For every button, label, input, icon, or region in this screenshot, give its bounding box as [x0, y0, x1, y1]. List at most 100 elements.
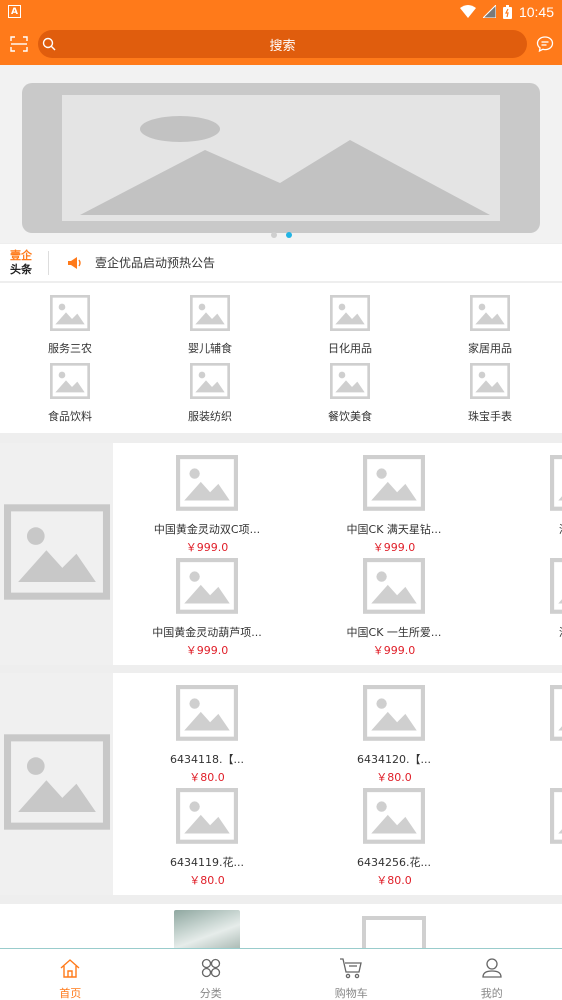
product-card[interactable]: 深爱牧羊	[496, 558, 562, 661]
news-brand-line1: 壹企	[10, 248, 32, 262]
news-headline[interactable]: 壹企优品启动预热公告	[95, 254, 215, 271]
megaphone-icon	[68, 256, 81, 269]
product-price: ￥80.0	[376, 770, 412, 784]
category-label: 服务三农	[48, 342, 92, 355]
product-placeholder-image[interactable]	[362, 916, 426, 950]
category-label: 珠宝手表	[468, 410, 512, 423]
category-image[interactable]	[330, 363, 370, 403]
category-item[interactable]: 珠宝手表	[420, 363, 560, 429]
product-image[interactable]	[363, 558, 425, 618]
product-name: 中国黄金灵动双C项...	[153, 522, 261, 536]
product-card[interactable]: 6434119.花... ￥80.0	[122, 788, 292, 891]
battery-icon	[502, 4, 512, 19]
category-item[interactable]: 餐饮美食	[280, 363, 420, 429]
wifi-icon	[459, 5, 476, 18]
category-image[interactable]	[190, 295, 230, 335]
category-item[interactable]: 食品饮料	[0, 363, 140, 429]
product-image[interactable]	[363, 685, 425, 745]
category-image[interactable]	[190, 363, 230, 403]
category-label: 餐饮美食	[328, 410, 372, 423]
product-image[interactable]	[176, 788, 238, 848]
product-name: 6434119.花...	[170, 855, 244, 869]
carousel-dot[interactable]	[270, 232, 277, 238]
product-image[interactable]	[550, 455, 562, 515]
category-image[interactable]	[470, 363, 510, 403]
product-image[interactable]	[363, 455, 425, 515]
category-item[interactable]: 日化用品	[280, 295, 420, 361]
product-card[interactable]: 643	[496, 685, 562, 788]
news-brand-line2: 头条	[10, 262, 32, 276]
tab-user[interactable]: 我的	[422, 949, 562, 1000]
divider	[48, 250, 49, 275]
product-image[interactable]	[550, 788, 562, 848]
tab-category[interactable]: 分类	[141, 949, 282, 1000]
category-label: 家居用品	[468, 342, 512, 355]
bottom-tab-bar: 首页 分类 购物车 我的	[0, 948, 562, 1000]
tab-cart[interactable]: 购物车	[281, 949, 422, 1000]
category-label: 婴儿辅食	[188, 342, 232, 355]
product-name: 6434118.【...	[170, 752, 244, 766]
product-image[interactable]	[550, 685, 562, 745]
product-section-3	[0, 904, 562, 950]
category-image[interactable]	[50, 295, 90, 335]
status-bar: A 10:45	[0, 0, 562, 23]
tab-home[interactable]: 首页	[0, 949, 141, 1000]
category-item[interactable]: 服装纺织	[140, 363, 280, 429]
product-image[interactable]	[176, 455, 238, 515]
search-label: 搜索	[269, 38, 296, 54]
category-label: 食品饮料	[48, 410, 92, 423]
product-price: ￥999.0	[372, 643, 416, 657]
product-image[interactable]	[363, 788, 425, 848]
news-brand: 壹企 头条	[0, 249, 44, 277]
product-name: 6434120.【...	[357, 752, 431, 766]
clock: 10:45	[518, 3, 554, 20]
product-card[interactable]: 6434120.【... ￥80.0	[309, 685, 479, 788]
product-price: ￥999.0	[185, 540, 229, 554]
product-card[interactable]: 6434256.花... ￥80.0	[309, 788, 479, 891]
category-image[interactable]	[330, 295, 370, 335]
product-card[interactable]: 中国CK 满天星钻... ￥999.0	[309, 455, 479, 558]
banner-placeholder-image	[22, 83, 540, 233]
category-item[interactable]: 婴儿辅食	[140, 295, 280, 361]
product-image[interactable]	[176, 685, 238, 745]
feature-placeholder-icon	[3, 734, 110, 834]
product-price: ￥999.0	[185, 643, 229, 657]
search-icon	[42, 37, 56, 51]
scan-icon	[10, 36, 28, 52]
category-image[interactable]	[50, 363, 90, 403]
product-price: ￥999.0	[372, 540, 416, 554]
news-ticker[interactable]: 壹企 头条 壹企优品启动预热公告	[0, 244, 562, 282]
category-label: 日化用品	[328, 342, 372, 355]
product-thumbnail-photo[interactable]	[174, 910, 240, 950]
product-card[interactable]: 中国CK 一生所爱... ￥999.0	[309, 558, 479, 661]
tab-label: 我的	[480, 987, 503, 1000]
product-card[interactable]: 中国黄金灵动葫芦项... ￥999.0	[122, 558, 292, 661]
tab-label: 首页	[59, 987, 82, 1000]
section-feature-image[interactable]	[0, 673, 113, 895]
home-icon	[59, 957, 81, 983]
carousel-dot-active[interactable]	[285, 232, 292, 238]
product-name: 中国CK 一生所爱...	[346, 625, 442, 639]
product-image[interactable]	[176, 558, 238, 618]
banner-carousel[interactable]	[0, 65, 562, 243]
category-item[interactable]: 服务三农	[0, 295, 140, 361]
section-feature-image[interactable]	[0, 443, 113, 665]
message-icon[interactable]	[536, 35, 554, 53]
product-card[interactable]: 6434118.【... ￥80.0	[122, 685, 292, 788]
user-icon	[481, 957, 503, 983]
tab-label: 购物车	[334, 987, 368, 1000]
product-card[interactable]: 深爱牧羊	[496, 455, 562, 558]
product-name: 6434256.花...	[357, 855, 431, 869]
product-price: ￥80.0	[189, 770, 225, 784]
product-price: ￥80.0	[189, 873, 225, 887]
product-image[interactable]	[550, 558, 562, 618]
category-item[interactable]: 家居用品	[420, 295, 560, 361]
product-card[interactable]: 中国黄金灵动双C项... ￥999.0	[122, 455, 292, 558]
product-card[interactable]: 643	[496, 788, 562, 891]
category-image[interactable]	[470, 295, 510, 335]
search-bar[interactable]: 搜索	[38, 30, 527, 58]
product-price: ￥80.0	[376, 873, 412, 887]
scan-button[interactable]	[0, 23, 38, 65]
category-grid: 服务三农 婴儿辅食 日化用品 家居用品食品饮料 服装纺织 餐饮美食 珠宝手表	[0, 283, 562, 433]
cart-icon	[339, 957, 363, 983]
